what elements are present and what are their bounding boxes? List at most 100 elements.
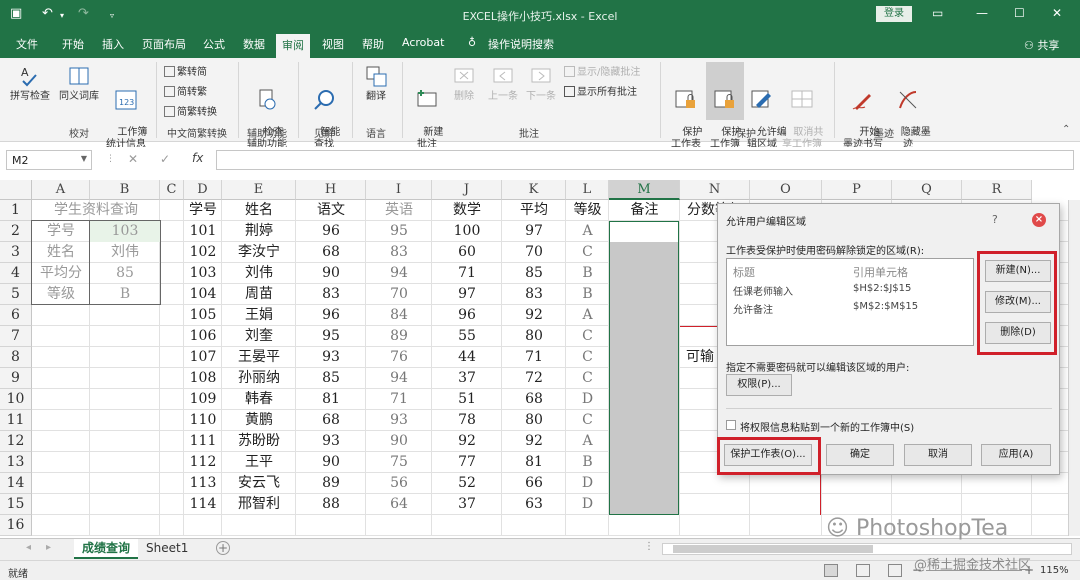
table-cell[interactable]: 71 — [502, 347, 566, 368]
formula-input[interactable] — [216, 150, 1074, 170]
table-cell[interactable]: 81 — [502, 452, 566, 473]
row-header-3[interactable]: 3 — [0, 242, 32, 263]
scroll-tabs-right-icon[interactable]: ▸ — [46, 542, 51, 553]
table-cell[interactable]: 64 — [366, 494, 432, 515]
chevron-down-icon[interactable]: ▼ — [81, 154, 87, 163]
table-cell[interactable]: A — [566, 221, 609, 242]
table-cell[interactable]: 89 — [296, 473, 366, 494]
table-cell[interactable]: 96 — [296, 221, 366, 242]
table-cell[interactable]: B — [566, 452, 609, 473]
table-cell[interactable]: D — [566, 494, 609, 515]
show-hide-comment-button[interactable]: 显示/隐藏批注 — [564, 66, 640, 79]
table-cell[interactable]: 王晏平 — [222, 347, 296, 368]
help-icon[interactable]: ? — [992, 213, 998, 226]
column-header-e[interactable]: E — [222, 180, 296, 200]
table-cell[interactable]: 93 — [366, 410, 432, 431]
name-box[interactable]: M2 ▼ — [6, 150, 92, 170]
table-cell[interactable]: 黄鹏 — [222, 410, 296, 431]
table-cell[interactable]: B — [566, 284, 609, 305]
ok-button[interactable]: 确定 — [826, 444, 894, 466]
tab-home[interactable]: 开始 — [62, 36, 84, 52]
cancel-entry-icon[interactable]: ✕ — [128, 152, 138, 166]
range-row-ref[interactable]: $M$2:$M$15 — [853, 301, 918, 312]
column-header-m[interactable]: M — [609, 180, 680, 200]
confirm-entry-icon[interactable]: ✓ — [160, 152, 170, 166]
tab-file[interactable]: 文件 — [16, 36, 38, 52]
table-cell[interactable]: B — [566, 263, 609, 284]
table-cell[interactable]: C — [566, 242, 609, 263]
table-cell[interactable]: 104 — [184, 284, 222, 305]
spell-check-button[interactable]: A 拼写检查 — [8, 64, 52, 103]
login-button[interactable]: 登录 — [876, 6, 912, 22]
table-cell[interactable]: 70 — [502, 242, 566, 263]
table-cell[interactable]: A — [566, 305, 609, 326]
ribbon-display-icon[interactable]: ▭ — [932, 6, 943, 20]
column-header-k[interactable]: K — [502, 180, 566, 200]
table-cell[interactable]: C — [566, 410, 609, 431]
table-cell[interactable]: 71 — [366, 389, 432, 410]
next-comment-button[interactable]: 下一条 — [522, 64, 560, 103]
column-header-j[interactable]: J — [432, 180, 502, 200]
table-cell[interactable]: 89 — [366, 326, 432, 347]
table-cell[interactable]: 94 — [366, 368, 432, 389]
table-cell[interactable]: A — [566, 431, 609, 452]
scrollbar-thumb[interactable] — [673, 545, 873, 553]
table-cell[interactable]: 100 — [432, 221, 502, 242]
table-cell[interactable]: 96 — [296, 305, 366, 326]
tab-view[interactable]: 视图 — [322, 36, 344, 52]
table-cell[interactable]: 苏盼盼 — [222, 431, 296, 452]
table-cell[interactable]: 75 — [366, 452, 432, 473]
table-cell[interactable]: 72 — [502, 368, 566, 389]
column-header-q[interactable]: Q — [892, 180, 962, 200]
row-header-13[interactable]: 13 — [0, 452, 32, 473]
selected-range-m2-m15[interactable] — [609, 221, 679, 515]
scroll-tabs-left-icon[interactable]: ◂ — [26, 542, 31, 553]
table-cell[interactable]: 103 — [184, 263, 222, 284]
table-cell[interactable]: 90 — [296, 263, 366, 284]
tab-help[interactable]: 帮助 — [362, 36, 384, 52]
range-row-title[interactable]: 允许备注 — [733, 301, 773, 316]
table-cell[interactable]: 93 — [296, 347, 366, 368]
table-cell[interactable]: 37 — [432, 494, 502, 515]
collapse-ribbon-icon[interactable]: ⌃ — [1062, 124, 1070, 135]
lookup-title[interactable]: 学生资料查询 — [32, 200, 160, 221]
table-cell[interactable]: 80 — [502, 410, 566, 431]
table-cell[interactable]: 76 — [366, 347, 432, 368]
table-cell[interactable]: 97 — [502, 221, 566, 242]
table-cell[interactable]: 105 — [184, 305, 222, 326]
table-cell[interactable]: 安云飞 — [222, 473, 296, 494]
tab-acrobat[interactable]: Acrobat — [402, 36, 444, 49]
table-cell[interactable]: 112 — [184, 452, 222, 473]
thesaurus-button[interactable]: 同义词库 — [56, 64, 102, 103]
table-cell[interactable]: 85 — [502, 263, 566, 284]
table-cell[interactable]: D — [566, 473, 609, 494]
column-header-p[interactable]: P — [822, 180, 892, 200]
table-cell[interactable]: 71 — [432, 263, 502, 284]
ranges-list[interactable]: 标题 引用单元格 任课老师输入 $H$2:$J$15 允许备注 $M$2:$M$… — [726, 258, 974, 346]
vertical-scrollbar[interactable] — [1068, 200, 1080, 536]
row-header-7[interactable]: 7 — [0, 326, 32, 347]
delete-comment-button[interactable]: 删除 — [448, 64, 480, 103]
table-cell[interactable]: 63 — [502, 494, 566, 515]
translate-button[interactable]: 翻译 — [358, 64, 394, 103]
add-sheet-icon[interactable]: + — [216, 541, 230, 555]
trad-to-simp-button[interactable]: 繁转简 — [164, 66, 207, 79]
column-header-a[interactable]: A — [32, 180, 90, 200]
minimize-icon[interactable]: — — [976, 6, 988, 20]
table-cell[interactable]: C — [566, 326, 609, 347]
close-window-icon[interactable]: ✕ — [1052, 6, 1062, 20]
row-header-12[interactable]: 12 — [0, 431, 32, 452]
table-cell[interactable]: 李汝宁 — [222, 242, 296, 263]
table-cell[interactable]: 刘奎 — [222, 326, 296, 347]
apply-button[interactable]: 应用(A) — [981, 444, 1051, 466]
table-cell[interactable]: 68 — [502, 389, 566, 410]
table-cell[interactable]: 51 — [432, 389, 502, 410]
table-header[interactable]: 语文 — [296, 200, 366, 221]
protect-workbook-button[interactable]: 保护 工作簿 — [706, 62, 744, 150]
tab-formulas[interactable]: 公式 — [203, 36, 225, 52]
table-cell[interactable]: 70 — [366, 284, 432, 305]
paste-permissions-checkbox[interactable] — [726, 420, 736, 430]
table-cell[interactable]: 102 — [184, 242, 222, 263]
cancel-button[interactable]: 取消 — [904, 444, 972, 466]
normal-view-icon[interactable] — [824, 564, 838, 577]
